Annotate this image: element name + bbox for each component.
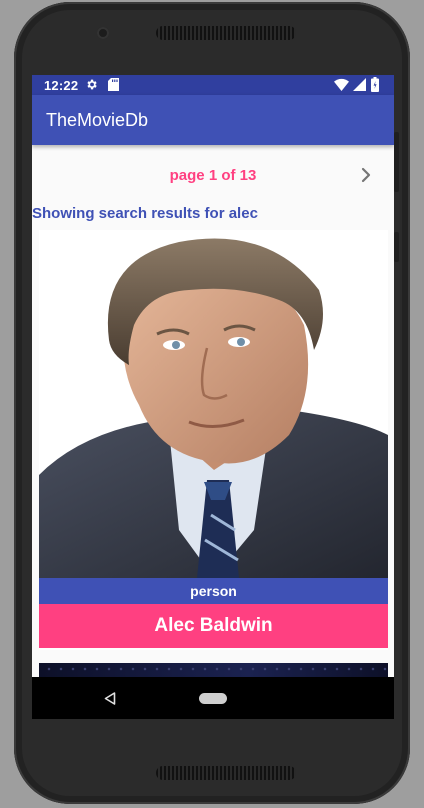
gear-icon bbox=[87, 79, 97, 90]
result-name[interactable]: Alec Baldwin bbox=[39, 604, 388, 648]
status-time: 12:22 bbox=[44, 78, 79, 93]
chevron-right-icon[interactable] bbox=[354, 163, 378, 187]
home-icon[interactable] bbox=[199, 693, 227, 704]
nav-bar bbox=[32, 677, 394, 719]
front-camera bbox=[97, 27, 109, 39]
page-indicator: page 1 of 13 bbox=[169, 167, 257, 184]
pager: page 1 of 13 bbox=[32, 145, 394, 203]
top-speaker bbox=[156, 26, 296, 40]
power-button bbox=[394, 232, 399, 262]
search-results-label: Showing search results for alec bbox=[32, 205, 258, 222]
signal-icon bbox=[353, 78, 366, 91]
status-bar: 12:22 bbox=[32, 75, 394, 95]
wifi-icon bbox=[334, 78, 349, 91]
back-icon[interactable] bbox=[104, 692, 116, 705]
person-photo[interactable] bbox=[39, 230, 388, 578]
app-title: TheMovieDb bbox=[46, 110, 149, 130]
bottom-speaker bbox=[156, 766, 296, 780]
battery-icon bbox=[371, 77, 379, 92]
result-card[interactable]: person Alec Baldwin bbox=[39, 230, 388, 650]
screen: 12:22 TheMovieDb page 1 of 13 Showing se… bbox=[32, 75, 394, 719]
sd-card-icon bbox=[108, 78, 119, 91]
app-bar: TheMovieDb bbox=[32, 95, 394, 145]
result-type: person bbox=[39, 578, 388, 604]
volume-button bbox=[394, 132, 399, 192]
